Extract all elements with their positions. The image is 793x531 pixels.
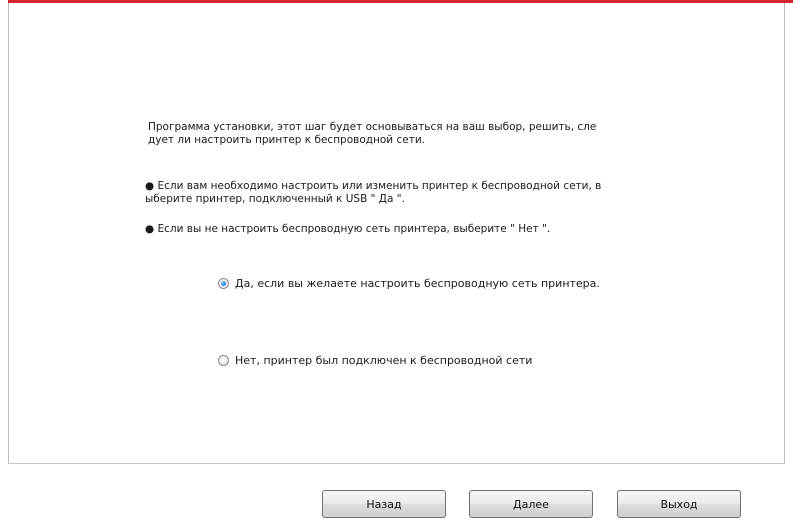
bullet-skip-wireless: ● Если вы не настроить беспроводную сеть… [145, 223, 551, 235]
option-no-already-connected[interactable]: Нет, принтер был подключен к беспроводно… [218, 354, 532, 367]
bullet-configure-wireless: ● Если вам необходимо настроить или изме… [145, 180, 602, 205]
installer-window: Программа установки, этот шаг будет осно… [0, 0, 793, 531]
intro-text: Программа установки, этот шаг будет осно… [148, 121, 597, 146]
option-yes-configure-wireless[interactable]: Да, если вы желаете настроить беспроводн… [218, 277, 600, 290]
exit-button[interactable]: Выход [617, 490, 741, 518]
content-area: Программа установки, этот шаг будет осно… [0, 0, 793, 463]
next-button[interactable]: Далее [469, 490, 593, 518]
back-button[interactable]: Назад [322, 490, 446, 518]
option-no-label: Нет, принтер был подключен к беспроводно… [235, 354, 533, 367]
radio-button-selected[interactable] [218, 278, 229, 289]
radio-button-unselected[interactable] [218, 355, 229, 366]
option-yes-label: Да, если вы желаете настроить беспроводн… [235, 277, 600, 290]
